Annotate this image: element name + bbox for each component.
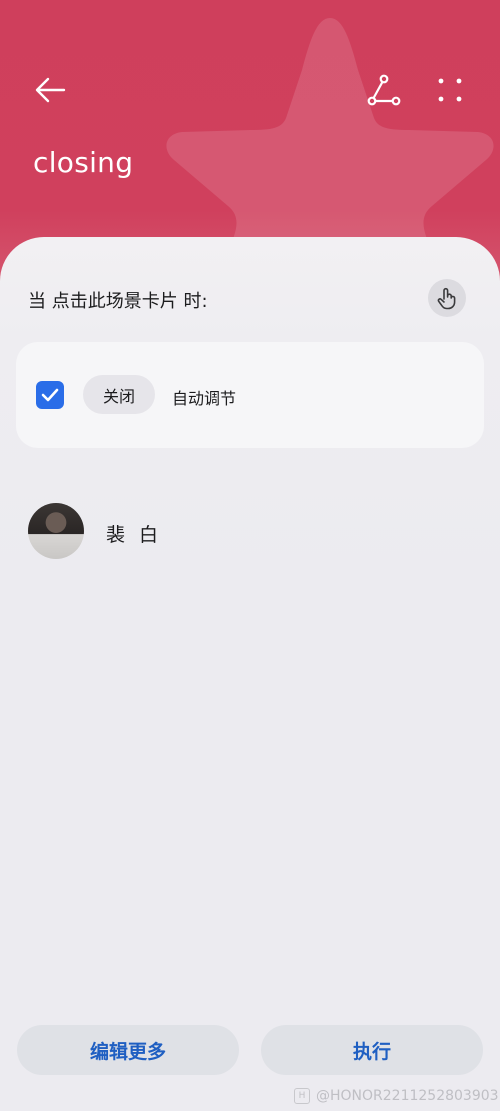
back-button[interactable] [30,70,70,110]
watermark: H @HONOR2211252803903 [294,1088,499,1104]
contact-avatar[interactable] [28,503,84,559]
share-button[interactable] [364,70,404,110]
contact-name: 裴 白 [106,524,163,546]
watermark-text: @HONOR2211252803903 [316,1088,499,1104]
edit-more-button[interactable]: 编辑更多 [17,1025,239,1075]
scene-title: closing [33,146,134,179]
more-options-button[interactable] [430,70,470,110]
touch-hand-icon [437,287,456,310]
action-state-chip[interactable]: 关闭 [83,375,155,414]
touch-trigger-button[interactable] [428,279,466,317]
action-checkbox[interactable] [36,381,64,409]
more-dots-icon [438,78,462,102]
share-icon [367,74,401,106]
watermark-badge: H [294,1088,310,1104]
run-button[interactable]: 执行 [261,1025,483,1075]
action-label: 自动调节 [172,389,237,408]
trigger-prompt: 当 点击此场景卡片 时: [28,291,208,312]
arrow-left-icon [35,77,66,103]
check-icon [41,388,59,402]
